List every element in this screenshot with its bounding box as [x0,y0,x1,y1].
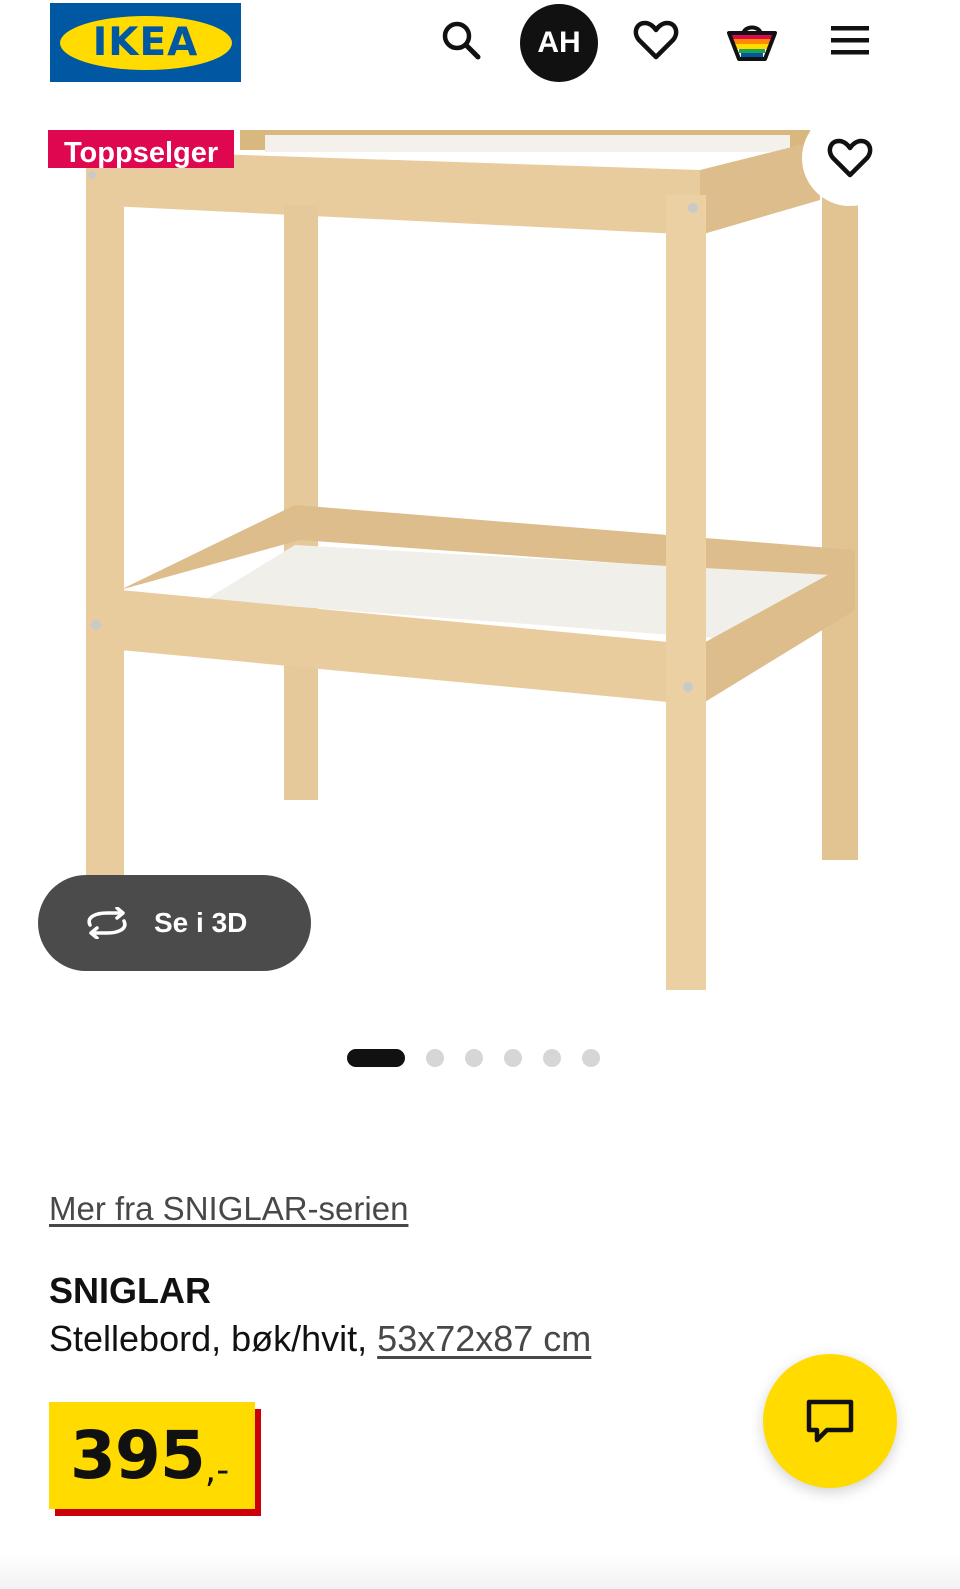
carousel-dot[interactable] [426,1049,444,1067]
header: IKEA AH [0,0,960,100]
price-value: 395 [70,1417,206,1494]
carousel-dot[interactable] [465,1049,483,1067]
price-front: 395 ,- [49,1402,255,1509]
product-name: SNIGLAR [49,1270,211,1311]
heart-icon[interactable] [628,12,684,68]
carousel-dot[interactable] [504,1049,522,1067]
product-description: Stellebord, bøk/hvit, [49,1318,368,1359]
ikea-logo[interactable]: IKEA [50,3,241,82]
carousel-dot[interactable] [582,1049,600,1067]
avatar[interactable]: AH [520,4,598,82]
carousel-indicator [347,1048,600,1068]
top-seller-badge: Toppselger [48,130,235,168]
search-icon[interactable] [433,12,489,68]
price-tag: 395 ,- [49,1402,261,1516]
logo-oval: IKEA [59,15,232,70]
bottom-edge [0,1555,960,1589]
view-3d-button[interactable]: Se i 3D [38,875,311,971]
carousel-dot[interactable] [347,1049,405,1067]
product-description-line: Stellebord, bøk/hvit, 53x72x87 cm [49,1318,591,1360]
carousel-dot[interactable] [543,1049,561,1067]
price-suffix: ,- [204,1450,230,1491]
chat-button[interactable] [763,1354,897,1488]
logo-text: IKEA [92,20,199,65]
view-3d-label: Se i 3D [154,907,248,938]
series-link[interactable]: Mer fra SNIGLAR-serien [49,1190,408,1228]
menu-icon[interactable] [822,12,878,68]
basket-icon[interactable] [724,12,780,68]
heart-icon [827,138,873,178]
chat-icon [806,1399,854,1443]
rotate-3d-icon [82,907,132,939]
avatar-initials: AH [537,26,581,59]
product-dimensions-link[interactable]: 53x72x87 cm [377,1318,591,1359]
favorite-button[interactable] [802,110,898,206]
